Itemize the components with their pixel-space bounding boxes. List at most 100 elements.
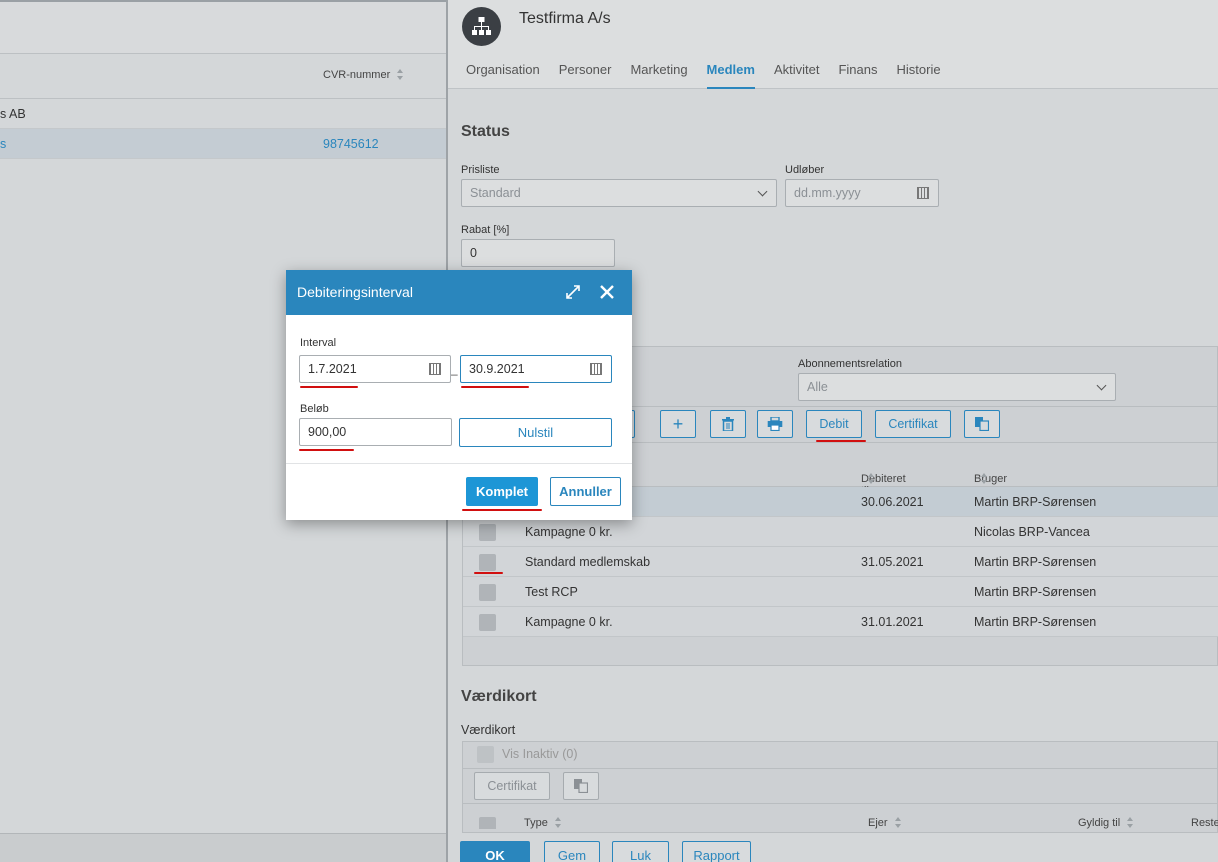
vk-certifikat-button[interactable]: Certifikat bbox=[474, 772, 550, 800]
relation-select[interactable]: Alle bbox=[798, 373, 1116, 401]
relation-value: Alle bbox=[807, 380, 828, 394]
row-checkbox[interactable] bbox=[479, 614, 496, 631]
rabat-value: 0 bbox=[470, 246, 477, 260]
expand-icon[interactable] bbox=[564, 283, 582, 301]
calendar-icon[interactable] bbox=[917, 187, 929, 199]
row-bruger: Martin BRP-Sørensen bbox=[974, 585, 1097, 599]
calendar-icon[interactable] bbox=[590, 363, 602, 375]
table-row[interactable]: Standard medlemskab 31.05.2021 Martin BR… bbox=[463, 547, 1218, 577]
select-all-checkbox[interactable] bbox=[479, 817, 496, 829]
vaerdikort-subtitle: Værdikort bbox=[461, 723, 516, 737]
plus-icon: + bbox=[672, 414, 684, 434]
interval-from-value: 1.7.2021 bbox=[308, 362, 357, 376]
sort-icon[interactable] bbox=[867, 473, 875, 485]
row-checkbox[interactable] bbox=[479, 554, 496, 571]
interval-from-field[interactable]: 1.7.2021 bbox=[299, 355, 451, 383]
dialog-header: Debiteringsinterval bbox=[286, 270, 632, 315]
annotation-underline bbox=[474, 572, 503, 574]
row-bruger: Martin BRP-Sørensen bbox=[974, 615, 1097, 629]
divider bbox=[463, 803, 1218, 804]
prisliste-value: Standard bbox=[470, 186, 521, 200]
tab-personer[interactable]: Personer bbox=[559, 62, 612, 89]
annotation-underline bbox=[462, 509, 542, 511]
rapport-button[interactable]: Rapport bbox=[682, 841, 751, 862]
row-cvr[interactable]: 98745612 bbox=[323, 137, 379, 151]
udlober-date-field[interactable]: dd.mm.yyyy bbox=[785, 179, 939, 207]
row-bruger: Nicolas BRP-Vancea bbox=[974, 525, 1090, 539]
sort-icon[interactable] bbox=[980, 473, 988, 485]
sort-icon[interactable] bbox=[1126, 817, 1134, 829]
organization-avatar bbox=[462, 7, 501, 46]
delete-button[interactable] bbox=[710, 410, 746, 438]
tab-organisation[interactable]: Organisation bbox=[466, 62, 540, 89]
certifikat-button[interactable]: Certifikat bbox=[875, 410, 951, 438]
calendar-icon[interactable] bbox=[429, 363, 441, 375]
tab-medlem[interactable]: Medlem bbox=[706, 62, 755, 89]
ok-button[interactable]: OK bbox=[460, 841, 530, 862]
sort-icon[interactable] bbox=[554, 817, 562, 829]
sort-icon[interactable] bbox=[396, 69, 404, 81]
column-cvr-label: CVR-nummer bbox=[323, 69, 391, 81]
row-name: Kampagne 0 kr. bbox=[525, 525, 613, 539]
row-checkbox[interactable] bbox=[479, 584, 496, 601]
annotation-underline bbox=[461, 386, 529, 388]
row-debiteret: 31.01.2021 bbox=[861, 615, 924, 629]
udlober-label: Udløber bbox=[785, 164, 825, 176]
column-rest[interactable]: Reste bbox=[1191, 817, 1218, 829]
table-row[interactable]: Kampagne 0 kr. Nicolas BRP-Vancea bbox=[463, 517, 1218, 547]
footer-bar: OK Gem Luk Rapport bbox=[448, 833, 1218, 862]
interval-label: Interval bbox=[300, 337, 337, 349]
detail-header: Testfirma A/s Organisation Personer Mark… bbox=[448, 0, 1218, 89]
tab-finans[interactable]: Finans bbox=[838, 62, 877, 89]
chevron-down-icon bbox=[1096, 380, 1107, 391]
tab-historie[interactable]: Historie bbox=[897, 62, 941, 89]
column-ejer[interactable]: Ejer bbox=[868, 817, 902, 829]
prisliste-select[interactable]: Standard bbox=[461, 179, 777, 207]
print-button[interactable] bbox=[757, 410, 793, 438]
column-type[interactable]: Type bbox=[524, 817, 562, 829]
column-cvr[interactable]: CVR-nummer bbox=[323, 69, 404, 81]
divider bbox=[463, 768, 1218, 769]
print-icon bbox=[767, 416, 783, 432]
komplet-button[interactable]: Komplet bbox=[466, 477, 538, 506]
add-button[interactable]: + bbox=[660, 410, 696, 438]
table-row[interactable]: Test RCP Martin BRP-Sørensen bbox=[463, 577, 1218, 607]
column-bruger-label: Bruger bbox=[974, 473, 1008, 485]
udlober-placeholder: dd.mm.yyyy bbox=[794, 186, 861, 200]
rabat-label: Rabat [%] bbox=[461, 224, 510, 236]
sort-icon[interactable] bbox=[894, 817, 902, 829]
dialog-title: Debiteringsinterval bbox=[297, 284, 413, 300]
luk-button[interactable]: Luk bbox=[612, 841, 669, 862]
list-row[interactable]: s AB bbox=[0, 99, 446, 129]
row-name: Standard medlemskab bbox=[525, 555, 651, 569]
table-row[interactable]: Kampagne 0 kr. 31.01.2021 Martin BRP-Sør… bbox=[463, 607, 1218, 637]
copy-button[interactable] bbox=[964, 410, 1000, 438]
copy-icon bbox=[574, 779, 589, 794]
row-name[interactable]: s bbox=[0, 137, 6, 151]
relation-label: Abonnementsrelation bbox=[798, 358, 902, 370]
tab-marketing[interactable]: Marketing bbox=[630, 62, 687, 89]
belob-input[interactable]: 900,00 bbox=[299, 418, 452, 446]
gem-button[interactable]: Gem bbox=[544, 841, 600, 862]
debit-button[interactable]: Debit bbox=[806, 410, 862, 438]
row-bruger: Martin BRP-Sørensen bbox=[974, 495, 1097, 509]
dialog-divider bbox=[286, 463, 632, 464]
tab-aktivitet[interactable]: Aktivitet bbox=[774, 62, 820, 89]
annotation-underline bbox=[816, 440, 866, 442]
column-gyldig[interactable]: Gyldig til bbox=[1078, 817, 1134, 829]
list-row-selected[interactable]: s 98745612 bbox=[0, 129, 446, 159]
vis-inaktiv-label: Vis Inaktiv (0) bbox=[502, 747, 578, 761]
chevron-down-icon bbox=[757, 186, 768, 197]
row-debiteret: 31.05.2021 bbox=[861, 555, 924, 569]
copy-icon bbox=[975, 417, 990, 432]
row-checkbox[interactable] bbox=[479, 524, 496, 541]
left-statusbar bbox=[0, 833, 446, 862]
rabat-input[interactable]: 0 bbox=[461, 239, 615, 267]
company-title: Testfirma A/s bbox=[519, 10, 611, 27]
nulstil-button[interactable]: Nulstil bbox=[459, 418, 612, 447]
annuller-button[interactable]: Annuller bbox=[550, 477, 621, 506]
vk-copy-button[interactable] bbox=[563, 772, 599, 800]
vis-inaktiv-checkbox[interactable] bbox=[477, 746, 494, 763]
interval-to-field[interactable]: 30.9.2021 bbox=[460, 355, 612, 383]
close-icon[interactable] bbox=[598, 283, 616, 301]
